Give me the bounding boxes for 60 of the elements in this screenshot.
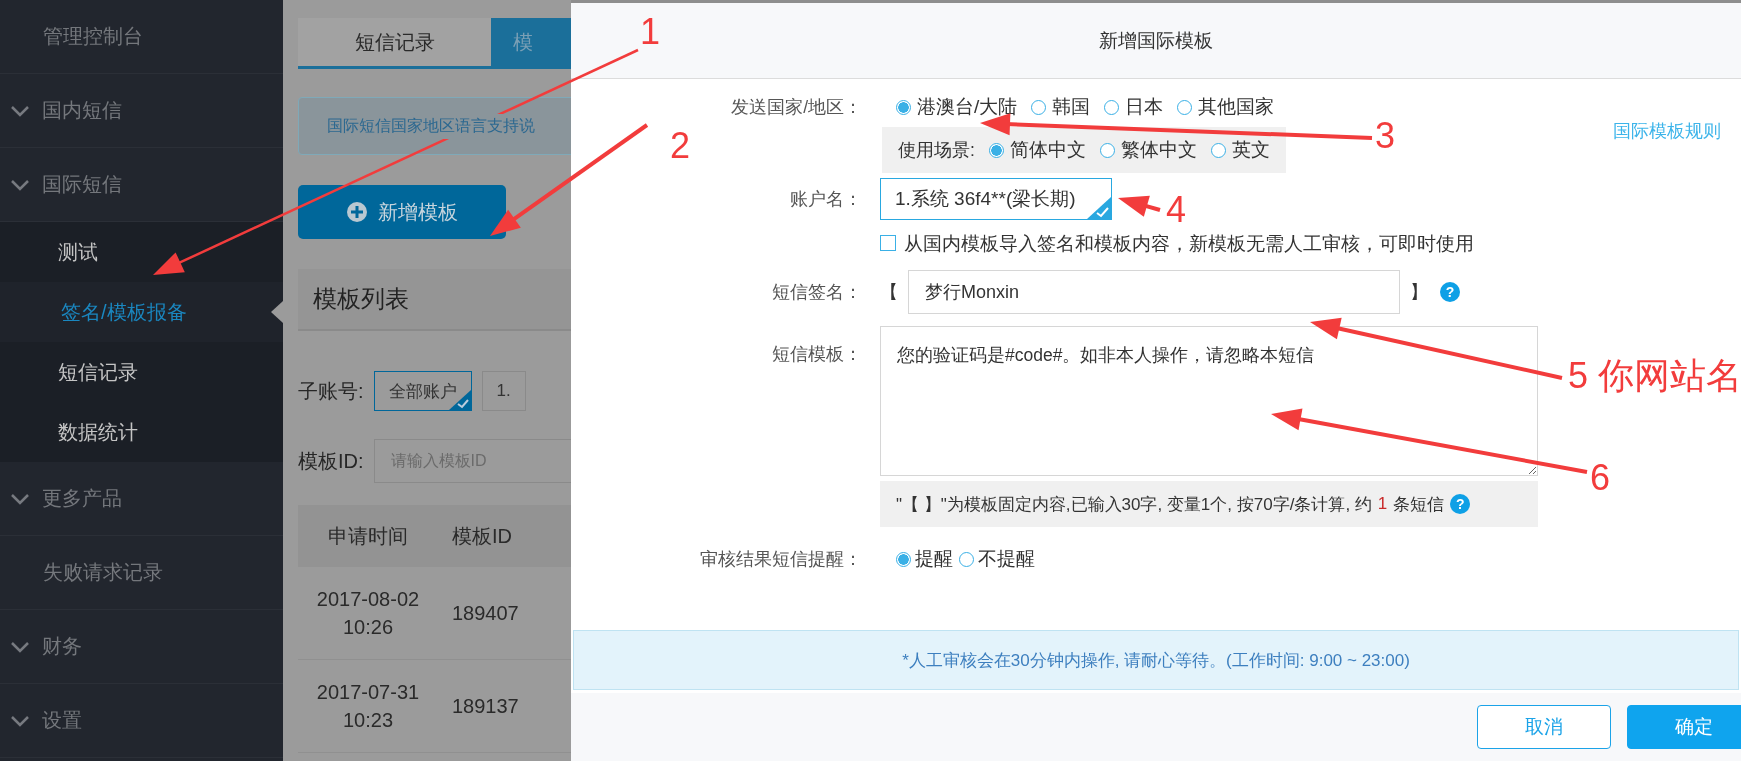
radio-option[interactable]: 韩国 bbox=[1031, 94, 1091, 120]
help-icon[interactable]: ? bbox=[1450, 494, 1471, 514]
check-corner-icon bbox=[1087, 197, 1111, 219]
chevron-down-icon bbox=[10, 104, 30, 117]
dialog-title: 新增国际模板 bbox=[1099, 28, 1213, 53]
table-cell-text: 2017-07-31 10:23 bbox=[315, 680, 421, 733]
field-label: 账户名： bbox=[789, 188, 863, 211]
chevron-down-icon bbox=[10, 714, 30, 727]
annotation-label: 6 bbox=[1590, 460, 1611, 496]
signature-field[interactable]: 梦行Monxin bbox=[908, 270, 1400, 314]
column-header: 申请时间 bbox=[327, 524, 409, 549]
chevron-down-icon bbox=[10, 492, 30, 505]
bracket: 【 bbox=[880, 281, 898, 304]
cancel-button[interactable]: 取消 bbox=[1477, 705, 1611, 749]
field-label: 审核结果短信提醒： bbox=[699, 548, 863, 571]
bracket: 】 bbox=[1410, 281, 1428, 304]
field-label: 子账号: bbox=[298, 378, 364, 404]
table-cell-text: 189137 bbox=[451, 694, 520, 719]
radio-option[interactable]: 其他国家 bbox=[1177, 94, 1275, 120]
info-text: *人工审核会在30分钟内操作, 请耐心等待。(工作时间: 9:00 ~ 23:00) bbox=[902, 649, 1410, 672]
radio-option[interactable]: 港澳台/大陆 bbox=[896, 94, 1018, 120]
help-icon[interactable]: ? bbox=[1440, 282, 1460, 302]
annotation-label: 1 bbox=[640, 14, 661, 50]
plus-circle-icon bbox=[346, 201, 368, 223]
chevron-down-icon bbox=[10, 640, 30, 653]
count-value: 1 bbox=[1377, 494, 1388, 514]
import-checkbox[interactable]: 从国内模板导入签名和模板内容，新模板无需人工审核，可即时使用 bbox=[880, 230, 1474, 256]
annotation-label: 3 bbox=[1375, 118, 1396, 154]
sidebar-subitem[interactable]: 数据统计 bbox=[0, 402, 283, 462]
radio-option[interactable]: 提醒 bbox=[896, 546, 953, 572]
account-option[interactable]: 全部账户 bbox=[373, 371, 472, 411]
radio-option[interactable]: 日本 bbox=[1104, 94, 1164, 120]
table-cell-text: 189407 bbox=[451, 601, 520, 626]
sidebar-subitem[interactable]: 测试 bbox=[0, 222, 283, 282]
radio-option[interactable]: 繁体中文 bbox=[1099, 137, 1197, 163]
radio-option[interactable]: 不提醒 bbox=[959, 546, 1035, 572]
chevron-down-icon bbox=[10, 178, 30, 191]
radio-option[interactable]: 英文 bbox=[1210, 137, 1270, 163]
tab[interactable]: 短信记录 bbox=[298, 18, 491, 66]
radio-option[interactable]: 简体中文 bbox=[988, 137, 1086, 163]
column-header: 模板ID bbox=[451, 524, 513, 549]
field-label: 短信模板： bbox=[771, 343, 863, 366]
annotation-arrow bbox=[1118, 195, 1161, 217]
template-field[interactable]: 您的验证码是#code#。如非本人操作，请忽略本短信 bbox=[880, 326, 1538, 476]
field-label: 使用场景: bbox=[898, 139, 975, 162]
account-option[interactable]: 1. bbox=[481, 371, 526, 411]
add-template-button[interactable]: 新增模板 bbox=[298, 185, 506, 239]
account-select[interactable]: 1.系统 36f4**(梁长期) bbox=[880, 178, 1112, 220]
field-label: 模板ID: bbox=[298, 448, 364, 474]
section-title: 模板列表 bbox=[313, 284, 409, 314]
notice-text: 国际短信国家地区语言支持说 bbox=[327, 113, 535, 139]
field-label: 发送国家/地区： bbox=[730, 96, 863, 119]
table-cell-text: 2017-08-02 10:26 bbox=[315, 587, 421, 640]
count-text: "【 】"为模板固定内容,已输入30字, 变量1个, 按70字/条计算, 约 bbox=[896, 493, 1372, 516]
field-label: 短信签名： bbox=[771, 281, 863, 304]
count-text: 条短信 bbox=[1393, 493, 1445, 516]
annotation-label: 4 bbox=[1166, 192, 1187, 228]
sidebar-subitem[interactable]: 短信记录 bbox=[0, 342, 283, 402]
annotation-label: 2 bbox=[670, 128, 691, 164]
annotation-label: 5 你网站名 bbox=[1568, 358, 1741, 394]
